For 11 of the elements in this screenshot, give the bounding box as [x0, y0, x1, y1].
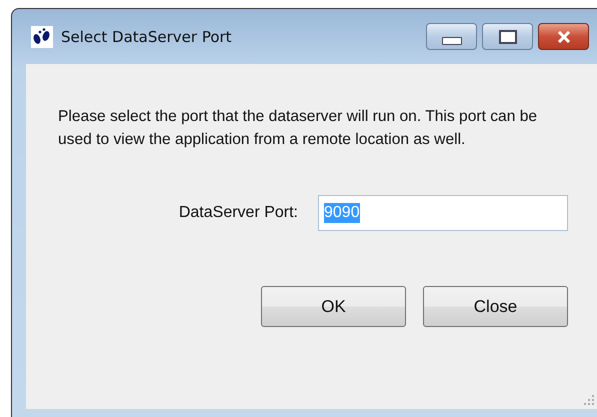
close-icon — [556, 30, 572, 42]
resize-grip-icon — [584, 395, 594, 405]
footprints-icon — [31, 26, 53, 48]
close-button[interactable] — [538, 23, 589, 50]
maximize-button[interactable] — [482, 23, 533, 50]
window-title: Select DataServer Port — [61, 28, 232, 46]
minimize-button[interactable] — [426, 23, 477, 50]
ok-button[interactable]: OK — [261, 286, 406, 327]
close-dialog-button[interactable]: Close — [423, 286, 568, 327]
instruction-text: Please select the port that the dataserver will run on. This port can be used to view the application from a remote location as well. — [58, 107, 538, 150]
port-label: DataServer Port: — [178, 204, 298, 222]
